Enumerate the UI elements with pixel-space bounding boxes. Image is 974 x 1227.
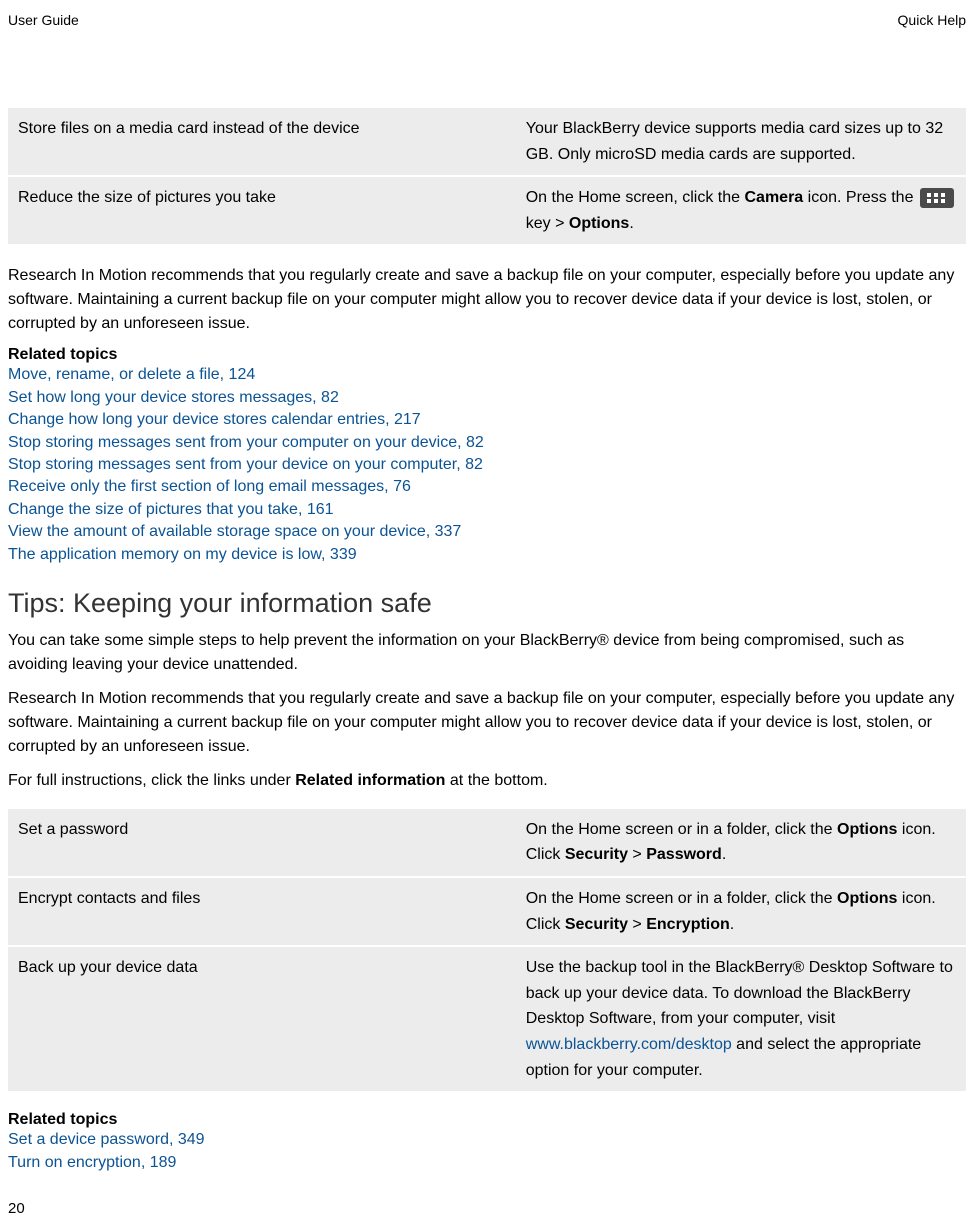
- table-cell-left: Store files on a media card instead of t…: [8, 108, 516, 176]
- table-row: Encrypt contacts and files On the Home s…: [8, 877, 966, 946]
- text-fragment: For full instructions, click the links u…: [8, 772, 295, 789]
- text-fragment: On the Home screen or in a folder, click…: [526, 890, 837, 907]
- bold-text: Encryption: [646, 916, 730, 933]
- table-cell-right: Your BlackBerry device supports media ca…: [516, 108, 966, 176]
- menu-key-icon: [920, 188, 954, 208]
- related-topic-link[interactable]: Receive only the first section of long e…: [8, 476, 966, 498]
- tips-table-2: Set a password On the Home screen or in …: [8, 809, 966, 1093]
- bold-text: Related information: [295, 772, 445, 789]
- related-topic-link[interactable]: Stop storing messages sent from your com…: [8, 432, 966, 454]
- bold-text: Security: [565, 846, 628, 863]
- page-header: User Guide Quick Help: [8, 12, 966, 28]
- bold-text: Options: [837, 821, 897, 838]
- related-topic-link[interactable]: Change how long your device stores calen…: [8, 409, 966, 431]
- bold-text: Options: [837, 890, 897, 907]
- text-fragment: On the Home screen, click the: [526, 189, 745, 206]
- table-cell-right: Use the backup tool in the BlackBerry® D…: [516, 946, 966, 1092]
- text-fragment: On the Home screen or in a folder, click…: [526, 821, 837, 838]
- table-row: Set a password On the Home screen or in …: [8, 809, 966, 877]
- table-row: Reduce the size of pictures you take On …: [8, 176, 966, 245]
- blackberry-desktop-link[interactable]: www.blackberry.com/desktop: [526, 1036, 732, 1053]
- related-topics-heading-2: Related topics: [8, 1111, 966, 1129]
- bold-text: Options: [569, 215, 629, 232]
- related-links-list-1: Move, rename, or delete a file, 124Set h…: [8, 364, 966, 566]
- backup-recommendation-paragraph: Research In Motion recommends that you r…: [8, 264, 966, 336]
- table-cell-right: On the Home screen or in a folder, click…: [516, 877, 966, 946]
- related-topic-link[interactable]: Set how long your device stores messages…: [8, 387, 966, 409]
- bold-text: Camera: [745, 189, 804, 206]
- text-fragment: >: [628, 916, 646, 933]
- table-cell-left: Set a password: [8, 809, 516, 877]
- text-fragment: .: [629, 215, 633, 232]
- related-topic-link[interactable]: The application memory on my device is l…: [8, 544, 966, 566]
- table-cell-right: On the Home screen, click the Camera ico…: [516, 176, 966, 245]
- table-cell-left: Back up your device data: [8, 946, 516, 1092]
- table-cell-left: Encrypt contacts and files: [8, 877, 516, 946]
- instructions-paragraph: For full instructions, click the links u…: [8, 769, 966, 793]
- bold-text: Password: [646, 846, 722, 863]
- related-topic-link[interactable]: Set a device password, 349: [8, 1129, 966, 1151]
- bold-text: Security: [565, 916, 628, 933]
- header-left: User Guide: [8, 12, 79, 28]
- related-topic-link[interactable]: Change the size of pictures that you tak…: [8, 499, 966, 521]
- related-topics-heading: Related topics: [8, 346, 966, 364]
- text-fragment: icon. Press the: [803, 189, 918, 206]
- related-topic-link[interactable]: View the amount of available storage spa…: [8, 521, 966, 543]
- related-topic-link[interactable]: Stop storing messages sent from your dev…: [8, 454, 966, 476]
- text-fragment: at the bottom.: [445, 772, 547, 789]
- tips-table-1: Store files on a media card instead of t…: [8, 108, 966, 246]
- table-row: Store files on a media card instead of t…: [8, 108, 966, 176]
- section-title: Tips: Keeping your information safe: [8, 588, 966, 619]
- text-fragment: key >: [526, 215, 569, 232]
- backup-recommendation-paragraph-2: Research In Motion recommends that you r…: [8, 687, 966, 759]
- table-cell-left: Reduce the size of pictures you take: [8, 176, 516, 245]
- related-links-list-2: Set a device password, 349Turn on encryp…: [8, 1129, 966, 1174]
- related-topic-link[interactable]: Move, rename, or delete a file, 124: [8, 364, 966, 386]
- table-row: Back up your device data Use the backup …: [8, 946, 966, 1092]
- related-topic-link[interactable]: Turn on encryption, 189: [8, 1152, 966, 1174]
- text-fragment: .: [730, 916, 734, 933]
- header-right: Quick Help: [898, 12, 966, 28]
- text-fragment: .: [722, 846, 726, 863]
- text-fragment: >: [628, 846, 646, 863]
- text-fragment: Use the backup tool in the BlackBerry® D…: [526, 959, 953, 1027]
- page-number: 20: [8, 1200, 25, 1217]
- intro-paragraph: You can take some simple steps to help p…: [8, 629, 966, 677]
- table-cell-right: On the Home screen or in a folder, click…: [516, 809, 966, 877]
